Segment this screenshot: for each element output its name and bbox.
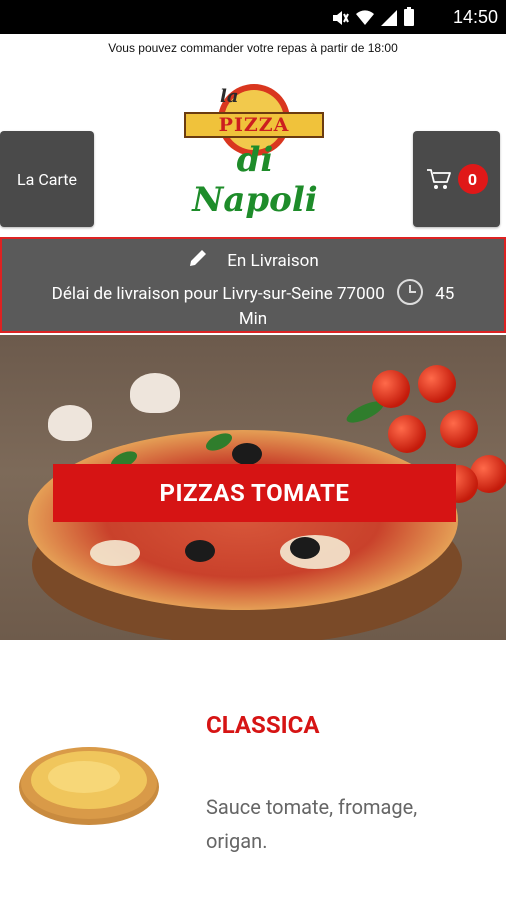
product-name: CLASSICA bbox=[206, 711, 320, 739]
logo-text-la: la bbox=[220, 86, 239, 107]
delivery-info-banner[interactable]: En Livraison Délai de livraison pour Liv… bbox=[0, 237, 506, 333]
cart-count-badge: 0 bbox=[457, 164, 488, 194]
menu-button-label: La Carte bbox=[17, 169, 77, 189]
status-bar: 14:50 bbox=[0, 0, 506, 34]
logo-text-napoli: di Napoli bbox=[192, 140, 318, 220]
tomato bbox=[388, 415, 426, 453]
delivery-delay-row: Délai de livraison pour Livry-sur-Seine … bbox=[2, 277, 504, 307]
status-icons bbox=[331, 7, 414, 26]
tomato bbox=[418, 365, 456, 403]
logo-ribbon: PIZZA bbox=[184, 112, 324, 138]
tomato bbox=[440, 410, 478, 448]
app-screen: 14:50 Vous pouvez commander votre repas … bbox=[0, 0, 506, 900]
delivery-mode-row: En Livraison bbox=[2, 247, 504, 271]
tomato bbox=[372, 370, 410, 408]
delivery-delay-unit: Min bbox=[238, 309, 268, 329]
restaurant-logo: la PIZZA di Napoli bbox=[178, 80, 330, 220]
opening-notice: Vous pouvez commander votre repas à part… bbox=[108, 41, 398, 55]
signal-icon bbox=[381, 9, 397, 26]
delivery-delay-value: 45 bbox=[435, 284, 455, 304]
mushroom bbox=[130, 373, 180, 413]
olive bbox=[185, 540, 215, 562]
logo-text-pizza: PIZZA bbox=[218, 114, 290, 136]
olive bbox=[290, 537, 320, 559]
delivery-mode: En Livraison bbox=[227, 251, 319, 271]
category-title: PIZZAS TOMATE bbox=[53, 464, 456, 522]
cheese-piece bbox=[90, 540, 140, 566]
product-image bbox=[19, 747, 159, 825]
clock-icon bbox=[397, 279, 423, 305]
status-time: 14:50 bbox=[452, 7, 498, 27]
cart-icon bbox=[426, 169, 451, 189]
delivery-delay-text: Délai de livraison pour Livry-sur-Seine … bbox=[51, 284, 385, 304]
cart-button[interactable]: 0 bbox=[413, 131, 500, 227]
olive bbox=[232, 443, 262, 465]
battery-icon bbox=[404, 7, 414, 26]
pencil-icon bbox=[190, 250, 207, 266]
product-description: Sauce tomate, fromage, origan. bbox=[206, 795, 418, 853]
menu-button[interactable]: La Carte bbox=[0, 131, 94, 227]
wifi-icon bbox=[356, 9, 374, 25]
mushroom bbox=[48, 405, 92, 441]
mute-icon bbox=[333, 10, 349, 25]
